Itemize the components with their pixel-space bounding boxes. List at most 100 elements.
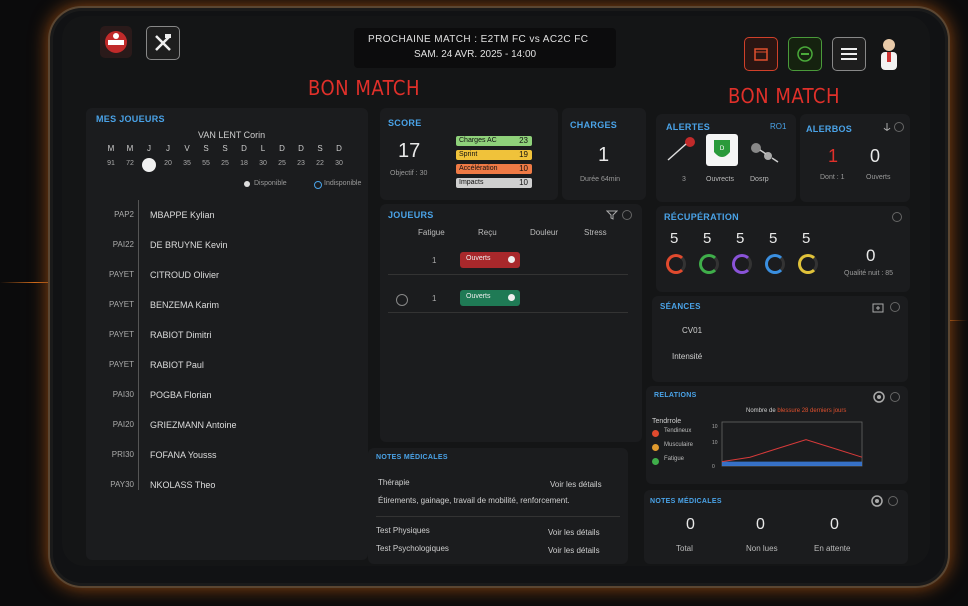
notes-count-value: 0 <box>756 516 765 533</box>
recuperation-ring-icon <box>666 254 686 274</box>
player-name: BENZEMA Karim <box>150 300 220 310</box>
relations-chart-title-a: Nombre de <box>746 408 778 414</box>
status-pill[interactable]: Ouverts <box>460 252 520 268</box>
player-row[interactable]: PAYET RABIOT Paul <box>86 356 368 376</box>
stats-badge-icon[interactable] <box>788 37 822 71</box>
relations-collapse-icon[interactable] <box>890 392 900 402</box>
legend-dot-icon <box>652 444 659 451</box>
legend-dot-icon <box>652 430 659 437</box>
day-letter: S <box>222 144 228 153</box>
day-letter: D <box>298 144 304 153</box>
notes-right-collapse-icon[interactable] <box>888 496 898 506</box>
recuperation-ring-icon <box>699 254 719 274</box>
recuperation-value: 5 <box>670 230 679 247</box>
unavailable-dot-icon <box>314 181 322 189</box>
player-row[interactable]: PAP2 MBAPPE Kylian <box>86 206 368 226</box>
player-row[interactable]: PAYET BENZEMA Karim <box>86 296 368 316</box>
anchor-icon[interactable] <box>882 122 892 132</box>
day-number[interactable]: 55 <box>199 160 213 167</box>
selected-day-icon[interactable] <box>142 158 156 172</box>
test-physique-link[interactable]: Voir les détails <box>548 528 600 537</box>
test-psy-link[interactable]: Voir les détails <box>548 546 600 555</box>
recuperation-ring-icon <box>798 254 818 274</box>
test-physique-label: Test Physiques <box>376 526 430 535</box>
day-letter: J <box>147 144 151 153</box>
notes-count-label: Total <box>676 544 693 553</box>
score-objective: Objectif : 30 <box>390 170 428 177</box>
notes-settings-icon[interactable] <box>870 494 884 508</box>
y-tick-label: 10 <box>712 424 718 430</box>
alerts-title: ALERTES <box>666 122 711 132</box>
relations-chart-title: Nombre de blessure 28 derniers jours <box>746 408 846 414</box>
day-number[interactable]: 18 <box>237 160 251 167</box>
player-row[interactable]: PAI22 DE BRUYNE Kevin <box>86 236 368 256</box>
recuperation-quality-label: Qualité nuit : 85 <box>844 270 894 277</box>
joueurs-column-header: Reçu <box>478 228 497 237</box>
player-row[interactable]: PAYET CITROUD Olivier <box>86 266 368 286</box>
day-letter: S <box>317 144 323 153</box>
settings-icon[interactable] <box>872 390 886 404</box>
day-number[interactable]: 91 <box>104 160 118 167</box>
joueurs-column-header: Douleur <box>530 228 559 237</box>
dashboard-screen: PROCHAINE MATCH : E2TM FC vs AC2C FC SAM… <box>62 16 930 566</box>
status-pill-label: Ouverts <box>466 255 491 262</box>
series-area <box>722 461 862 466</box>
day-letter: V <box>184 144 190 153</box>
recuperation-values: 5 5 5 5 5 <box>664 228 834 284</box>
legend-unavailable: Indisponible <box>324 180 362 187</box>
recuperation-ring-icon <box>765 254 785 274</box>
day-number[interactable]: 20 <box>161 160 175 167</box>
charges-panel: CHARGES 1 Durée 64min <box>562 108 646 200</box>
player-row[interactable]: PAYET RABIOT Dimitri <box>86 326 368 346</box>
avatar[interactable] <box>874 36 904 72</box>
player-row[interactable]: PAI30 POGBA Florian <box>86 386 368 406</box>
therapy-link[interactable]: Voir les détails <box>550 480 602 489</box>
day-number[interactable]: 30 <box>256 160 270 167</box>
status-pill[interactable]: Ouverts <box>460 290 520 306</box>
seances-collapse-icon[interactable] <box>890 302 900 312</box>
menu-icon[interactable] <box>832 37 866 71</box>
fatigue-value: 1 <box>432 294 437 303</box>
next-match-date: SAM. 24 AVR. 2025 - 14:00 <box>414 49 537 60</box>
calendar-add-icon[interactable] <box>872 302 884 313</box>
day-number[interactable]: 72 <box>123 160 137 167</box>
score-bar-value: 23 <box>519 136 528 145</box>
therapy-label: Thérapie <box>378 478 410 487</box>
relations-legend: Tendineux Musculaire Fatigue <box>652 428 712 478</box>
status-pill-icon <box>508 294 515 301</box>
day-number[interactable]: 22 <box>313 160 327 167</box>
player-row[interactable]: PRI30 FOFANA Yousss <box>86 446 368 466</box>
day-number[interactable]: 35 <box>180 160 194 167</box>
joueurs-row[interactable]: 1 Ouverts <box>380 244 642 275</box>
day-number[interactable]: 25 <box>218 160 232 167</box>
notes-right-values: 0 Total 0 Non lues 0 En attente <box>644 514 908 562</box>
day-number[interactable]: 25 <box>275 160 289 167</box>
player-status: PAYET <box>108 270 134 279</box>
series-line <box>721 439 863 463</box>
day-letter: M <box>107 144 115 153</box>
club-logo[interactable] <box>100 26 132 58</box>
day-letter: D <box>336 144 342 153</box>
score-bar-label: Charges AC <box>459 137 497 144</box>
filter-icon[interactable] <box>606 210 618 220</box>
legend-label: Fatigue <box>664 456 685 462</box>
score-bars: Charges AC 23 Sprint 19 Accélération 10 Impact… <box>456 136 536 196</box>
calendar-icon[interactable] <box>744 37 778 71</box>
joueurs-collapse-icon[interactable] <box>622 210 632 220</box>
alerts2-collapse-icon[interactable] <box>894 122 904 132</box>
recuperation-collapse-icon[interactable] <box>892 212 902 222</box>
recuperation-value: 5 <box>802 230 811 247</box>
joueurs-row[interactable]: 1 Ouverts <box>380 282 642 313</box>
recuperation-value: 5 <box>703 230 712 247</box>
y-tick-label: 10 <box>712 440 718 446</box>
day-number[interactable]: 23 <box>294 160 308 167</box>
player-row[interactable]: PAY30 NKOLASS Theo <box>86 476 368 496</box>
recuperation-title: RÉCUPÉRATION <box>664 212 739 222</box>
player-row[interactable]: PAI20 GRIEZMANN Antoine <box>86 416 368 436</box>
day-number[interactable]: 30 <box>332 160 346 167</box>
player-status: PAI30 <box>112 390 134 399</box>
alerts-panel: ALERTES RO1 D 3 Ouvrects Dosrp <box>656 114 796 202</box>
score-panel: SCORE 17 Objectif : 30 Charges AC 23 Sprin… <box>380 108 558 200</box>
tools-icon[interactable] <box>146 26 180 60</box>
player-status: PAP2 <box>114 210 134 219</box>
